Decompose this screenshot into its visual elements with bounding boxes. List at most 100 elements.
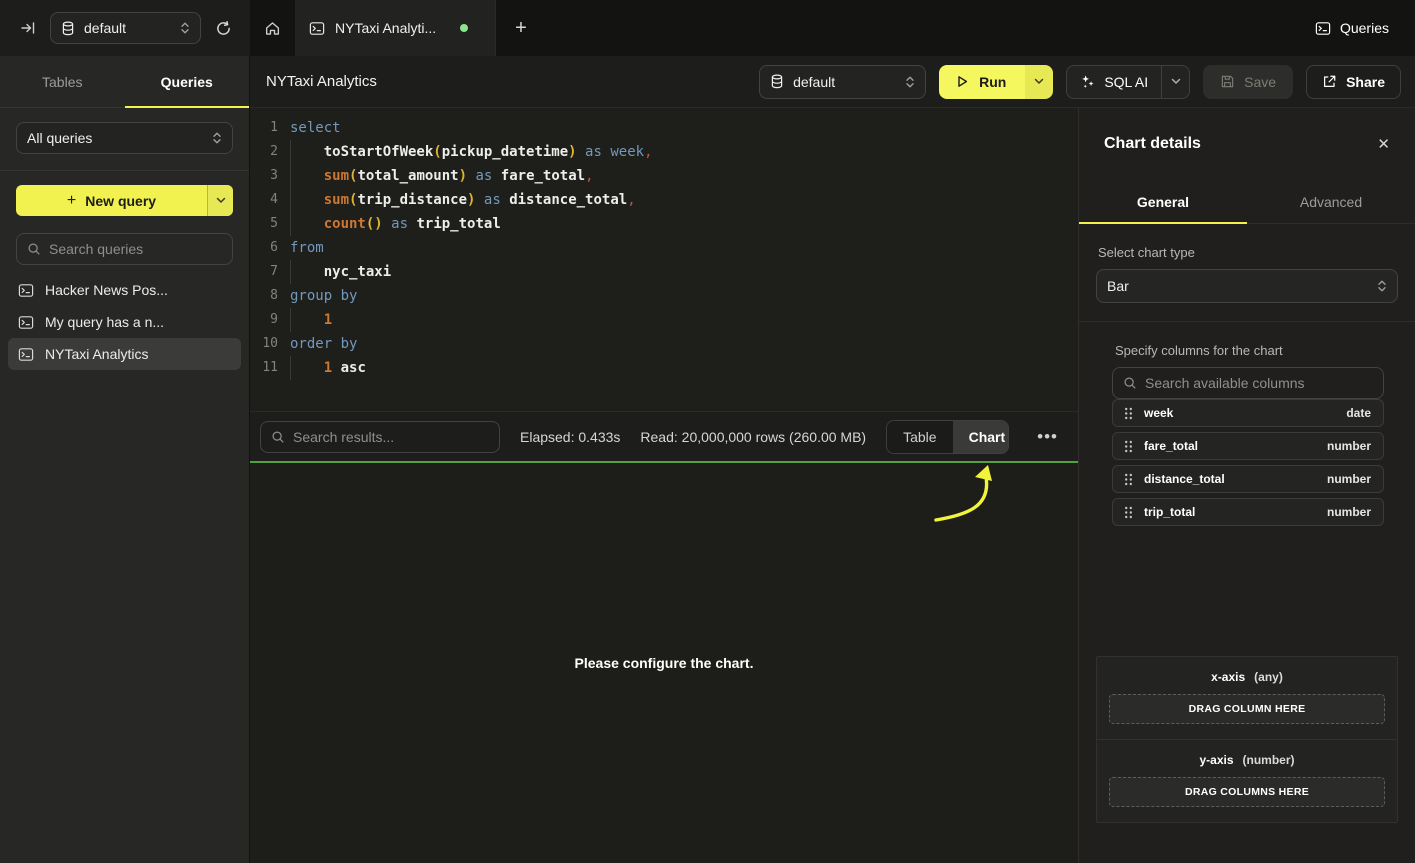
tab-nytaxi-analytics[interactable]: NYTaxi Analyti... xyxy=(296,0,496,56)
query-terminal-icon xyxy=(18,283,34,298)
queries-button[interactable]: Queries xyxy=(1315,20,1389,36)
query-search-box[interactable] xyxy=(16,233,233,265)
more-options-button[interactable]: ••• xyxy=(1029,427,1066,447)
code-line[interactable]: 10order by xyxy=(250,332,1078,356)
sql-token: as xyxy=(484,192,501,208)
selector-updown-icon xyxy=(905,75,915,89)
columns-search-input[interactable] xyxy=(1145,375,1373,391)
database-icon xyxy=(61,21,75,36)
sql-token xyxy=(290,216,324,232)
share-button[interactable]: Share xyxy=(1306,65,1401,99)
query-terminal-icon xyxy=(18,347,34,362)
chart-type-label: Select chart type xyxy=(1098,245,1396,260)
chart-details-tabs: General Advanced xyxy=(1079,180,1415,224)
tab-title: NYTaxi Analyti... xyxy=(335,20,436,36)
sql-token xyxy=(290,144,324,160)
sql-token: asc xyxy=(341,360,366,376)
x-axis-drop-zone[interactable]: DRAG COLUMN HERE xyxy=(1109,694,1385,724)
query-filter-select[interactable]: All queries xyxy=(16,122,233,154)
sql-ai-button[interactable]: SQL AI xyxy=(1066,65,1190,99)
columns-search-box[interactable] xyxy=(1112,367,1384,399)
column-name: trip_total xyxy=(1144,505,1195,519)
y-axis-drop-zone[interactable]: DRAG COLUMNS HERE xyxy=(1109,777,1385,807)
query-list-item[interactable]: NYTaxi Analytics xyxy=(8,338,241,370)
code-line[interactable]: 11 1 asc xyxy=(250,356,1078,380)
chart-type-select[interactable]: Bar xyxy=(1096,269,1398,303)
sql-token xyxy=(290,312,324,328)
code-line[interactable]: 5 count() as trip_total xyxy=(250,212,1078,236)
tab-general[interactable]: General xyxy=(1079,180,1247,223)
run-database-selector[interactable]: default xyxy=(759,65,926,99)
column-pill[interactable]: distance_total number xyxy=(1112,465,1384,493)
database-selector[interactable]: default xyxy=(50,12,201,44)
query-list-item[interactable]: Hacker News Pos... xyxy=(8,274,241,306)
x-axis-section: x-axis (any) DRAG COLUMN HERE xyxy=(1097,657,1397,739)
sql-token: ) xyxy=(568,144,576,160)
rows-read-stat: Read: 20,000,000 rows (260.00 MB) xyxy=(640,429,866,445)
close-icon[interactable]: ✕ xyxy=(1377,135,1390,153)
sidebar-tab-tables[interactable]: Tables xyxy=(0,56,125,107)
code-line[interactable]: 6from xyxy=(250,236,1078,260)
column-name: fare_total xyxy=(1144,439,1198,453)
indent-guide xyxy=(290,260,291,284)
sql-token: as xyxy=(391,216,408,232)
query-search-input[interactable] xyxy=(49,241,222,257)
code-line[interactable]: 8group by xyxy=(250,284,1078,308)
line-code: group by xyxy=(290,284,357,308)
column-pill[interactable]: trip_total number xyxy=(1112,498,1384,526)
home-button[interactable] xyxy=(250,0,296,56)
code-line[interactable]: 4 sum(trip_distance) as distance_total, xyxy=(250,188,1078,212)
view-toggle-chart[interactable]: Chart xyxy=(953,421,1010,453)
indent-guide xyxy=(290,356,291,380)
sidebar-tab-queries[interactable]: Queries xyxy=(125,56,250,107)
line-code: 1 asc xyxy=(290,356,366,380)
indent-guide xyxy=(290,212,291,236)
code-line[interactable]: 1 select xyxy=(250,116,1078,140)
line-code: select xyxy=(290,116,341,140)
topbar-left: default xyxy=(0,0,250,56)
indent-guide xyxy=(290,164,291,188)
sql-token: fare_total xyxy=(501,168,585,184)
collapse-sidebar-button[interactable] xyxy=(20,20,36,36)
query-list-item-label: My query has a n... xyxy=(45,314,164,330)
new-query-section: + New query xyxy=(0,171,249,218)
view-toggle-table[interactable]: Table xyxy=(887,421,952,453)
column-type: number xyxy=(1327,472,1371,486)
query-list-item[interactable]: My query has a n... xyxy=(8,306,241,338)
code-line[interactable]: 2 toStartOfWeek(pickup_datetime) as week… xyxy=(250,140,1078,164)
run-button-main[interactable]: Run xyxy=(939,65,1025,99)
query-search-section xyxy=(0,218,249,274)
new-tab-button[interactable]: + xyxy=(496,0,546,56)
code-line[interactable]: 3 sum(total_amount) as fare_total, xyxy=(250,164,1078,188)
code-line[interactable]: 7 nyc_taxi xyxy=(250,260,1078,284)
new-query-main[interactable]: + New query xyxy=(16,185,207,216)
column-pill[interactable]: fare_total number xyxy=(1112,432,1384,460)
sql-console-app: default NYTaxi Analyti... + xyxy=(0,0,1415,863)
sql-editor[interactable]: 1 select2 toStartOfWeek(pickup_datetime) … xyxy=(250,108,1078,411)
sql-token xyxy=(492,168,500,184)
search-icon xyxy=(1123,376,1137,390)
new-query-button[interactable]: + New query xyxy=(16,185,233,216)
results-search-box[interactable] xyxy=(260,421,500,453)
refresh-button[interactable] xyxy=(215,20,232,37)
sql-token: group by xyxy=(290,288,357,304)
results-search-input[interactable] xyxy=(293,429,489,445)
collapse-sidebar-icon xyxy=(20,20,36,36)
run-button[interactable]: Run xyxy=(939,65,1053,99)
y-axis-label: y-axis xyxy=(1199,753,1233,767)
home-icon xyxy=(264,20,281,37)
code-line[interactable]: 9 1 xyxy=(250,308,1078,332)
line-code: order by xyxy=(290,332,357,356)
chart-details-body: Select chart type Bar Specify columns fo… xyxy=(1079,224,1415,863)
new-query-dropdown[interactable] xyxy=(207,185,233,216)
column-pill[interactable]: week date xyxy=(1112,399,1384,427)
sql-ai-main[interactable]: SQL AI xyxy=(1067,66,1161,98)
save-button[interactable]: Save xyxy=(1203,65,1293,99)
tab-advanced[interactable]: Advanced xyxy=(1247,180,1415,223)
line-number: 1 xyxy=(250,116,278,140)
line-code: sum(total_amount) as fare_total, xyxy=(290,164,594,188)
sql-ai-dropdown[interactable] xyxy=(1161,66,1189,98)
sql-token: pickup_datetime xyxy=(442,144,568,160)
sql-token: , xyxy=(627,192,635,208)
run-dropdown[interactable] xyxy=(1025,65,1053,99)
